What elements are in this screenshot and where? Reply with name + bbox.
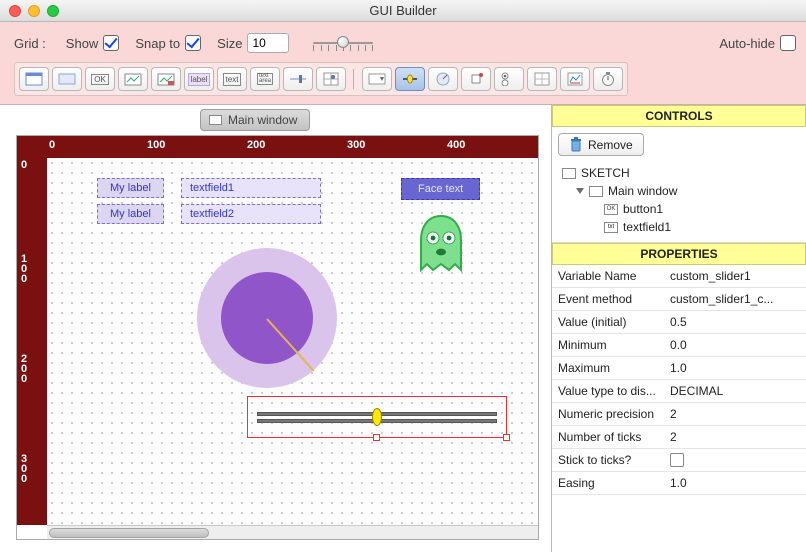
- autohide-label: Auto-hide: [719, 36, 775, 51]
- sketch-icon: [562, 168, 576, 179]
- ok-icon: OK: [604, 204, 618, 215]
- sketchpad-tool[interactable]: [560, 67, 590, 91]
- size-label: Size: [217, 36, 242, 51]
- disclosure-icon[interactable]: [576, 188, 584, 194]
- image-button-tool[interactable]: [118, 67, 148, 91]
- widget-custom-slider-knob[interactable]: [372, 408, 382, 426]
- panel-tool[interactable]: [52, 67, 82, 91]
- stick-checkbox[interactable]: [670, 453, 684, 467]
- remove-label: Remove: [588, 138, 633, 152]
- button-tool[interactable]: OK: [85, 67, 115, 91]
- canvas-area: Main window 0 100 200 300 400 0 100 200 …: [0, 105, 551, 552]
- snap-checkbox[interactable]: [185, 35, 201, 51]
- tree-textfield1[interactable]: txt textfield1: [558, 218, 800, 236]
- tab-main-window[interactable]: Main window: [200, 109, 310, 131]
- textarea-tool[interactable]: textarea: [250, 67, 280, 91]
- widget-label-1[interactable]: My label: [97, 178, 164, 198]
- checkbox-tool[interactable]: [461, 67, 491, 91]
- prop-row: Value (initial)0.5: [552, 311, 806, 334]
- prop-row: Value type to dis...DECIMAL: [552, 380, 806, 403]
- option-tool[interactable]: [494, 67, 524, 91]
- widget-ghost-image[interactable]: [413, 212, 469, 281]
- horizontal-scrollbar[interactable]: [47, 525, 538, 539]
- prop-row: Minimum0.0: [552, 334, 806, 357]
- prop-row: Number of ticks2: [552, 426, 806, 449]
- tree-button1[interactable]: OK button1: [558, 200, 800, 218]
- window-title: GUI Builder: [0, 3, 806, 18]
- grid-size-input[interactable]: [247, 33, 289, 53]
- trash-icon: [569, 137, 583, 152]
- controls-header: CONTROLS: [552, 105, 806, 127]
- ruler-horizontal: 0 100 200 300 400: [47, 136, 538, 158]
- widget-textfield-1[interactable]: textfield1: [181, 178, 321, 198]
- prop-row: Variable Namecustom_slider1: [552, 265, 806, 288]
- window-tool[interactable]: [19, 67, 49, 91]
- widget-knob[interactable]: [197, 248, 337, 388]
- window-icon: [209, 115, 222, 125]
- tree-root[interactable]: SKETCH: [558, 164, 800, 182]
- widget-textfield-2[interactable]: textfield2: [181, 204, 321, 224]
- text-icon: txt: [604, 222, 618, 233]
- image-toggle-tool[interactable]: [151, 67, 181, 91]
- slider2d-tool[interactable]: [316, 67, 346, 91]
- snap-label: Snap to: [135, 36, 180, 51]
- resize-handle-bottom[interactable]: [373, 434, 380, 441]
- grid-label: Grid :: [14, 36, 46, 51]
- prop-row: Easing1.0: [552, 472, 806, 495]
- design-surface[interactable]: My label My label textfield1 textfield2 …: [47, 158, 538, 525]
- window-icon: [589, 186, 603, 197]
- ruler-vertical: 0 100 200 300: [17, 158, 47, 525]
- show-label: Show: [66, 36, 99, 51]
- custom-slider-tool[interactable]: [395, 67, 425, 91]
- tab-label: Main window: [228, 113, 297, 127]
- prop-row: Numeric precision2: [552, 403, 806, 426]
- slider-tool[interactable]: [283, 67, 313, 91]
- properties-header: PROPERTIES: [552, 243, 806, 265]
- options-bar: Grid : Show Snap to Size Auto-hide OK: [0, 22, 806, 105]
- tree-main-window[interactable]: Main window: [558, 182, 800, 200]
- resize-handle-br[interactable]: [503, 434, 510, 441]
- grid-size-slider[interactable]: [313, 31, 373, 55]
- stick-tool[interactable]: [527, 67, 557, 91]
- label-tool[interactable]: label: [184, 67, 214, 91]
- timer-tool[interactable]: [593, 67, 623, 91]
- remove-button[interactable]: Remove: [558, 133, 644, 156]
- knob-tool[interactable]: [428, 67, 458, 91]
- component-toolbar: OK label text textarea: [14, 62, 628, 96]
- prop-row: Maximum1.0: [552, 357, 806, 380]
- textfield-tool[interactable]: text: [217, 67, 247, 91]
- prop-row: Event methodcustom_slider1_c...: [552, 288, 806, 311]
- controls-tree[interactable]: SKETCH Main window OK button1 txt textfi…: [552, 162, 806, 243]
- show-checkbox[interactable]: [103, 35, 119, 51]
- widget-label-2[interactable]: My label: [97, 204, 164, 224]
- titlebar: GUI Builder: [0, 0, 806, 22]
- droplist-tool[interactable]: [362, 67, 392, 91]
- properties-grid[interactable]: Variable Namecustom_slider1 Event method…: [552, 265, 806, 552]
- widget-face-button[interactable]: Face text: [401, 178, 480, 200]
- prop-row: Stick to ticks?: [552, 449, 806, 472]
- autohide-checkbox[interactable]: [780, 35, 796, 51]
